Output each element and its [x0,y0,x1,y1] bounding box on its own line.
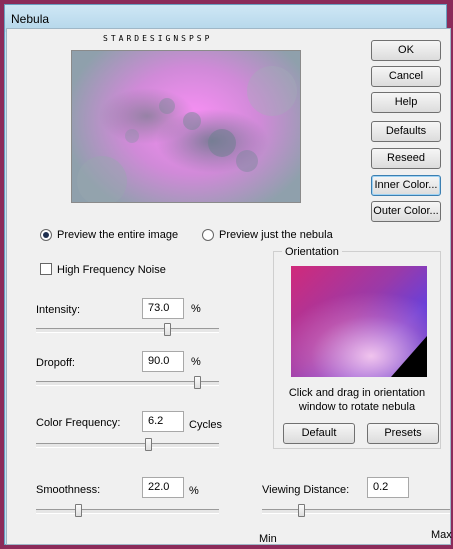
ok-button[interactable]: OK [371,40,441,61]
help-button[interactable]: Help [371,92,441,113]
defaults-button[interactable]: Defaults [371,121,441,142]
color-frequency-unit: Cycles [189,419,223,431]
preview-nebula-texture [77,66,297,202]
smoothness-label: Smoothness: [36,484,101,496]
orientation-shadow [391,336,427,377]
smoothness-input[interactable]: 22.0 [142,477,184,498]
viewing-distance-min-label: Min [259,533,277,545]
inner-color-button[interactable]: Inner Color... [371,175,441,196]
cancel-button[interactable]: Cancel [371,66,441,87]
dropoff-slider-thumb[interactable] [194,376,202,389]
preview-nebula-radio[interactable] [202,229,214,241]
reseed-button[interactable]: Reseed [371,148,441,169]
color-frequency-slider-track[interactable] [36,443,219,448]
orientation-instructions-1: Click and drag in orientation [288,387,426,399]
preview-entire-radio[interactable] [40,229,52,241]
dropoff-slider-track[interactable] [36,381,219,386]
preview-caption: STARDESIGNSPSP [103,34,213,43]
orientation-default-button[interactable]: Default [283,423,355,444]
viewing-distance-max-label: Max [431,529,452,541]
dropoff-label: Dropoff: [36,357,75,369]
dropoff-unit: % [191,356,201,368]
high-frequency-noise-checkbox[interactable] [40,263,52,275]
intensity-label: Intensity: [36,304,81,316]
orientation-instructions-2: window to rotate nebula [298,401,416,413]
intensity-slider-thumb[interactable] [164,323,172,336]
color-frequency-label: Color Frequency: [36,417,121,429]
viewing-distance-slider-thumb[interactable] [298,504,306,517]
dialog-body: STARDESIGNSPSP OK Cancel Help Defaults R… [6,28,452,545]
orientation-pad[interactable] [291,266,427,377]
orientation-title: Orientation [282,246,342,258]
intensity-input[interactable]: 73.0 [142,298,184,319]
window-title: Nebula [11,12,50,26]
viewing-distance-label: Viewing Distance: [262,484,350,496]
dropoff-input[interactable]: 90.0 [142,351,184,372]
color-frequency-slider-thumb[interactable] [145,438,153,451]
viewing-distance-input[interactable]: 0.2 [367,477,409,498]
preview-image[interactable] [71,50,301,203]
color-frequency-input[interactable]: 6.2 [142,411,184,432]
outer-color-button[interactable]: Outer Color... [371,201,441,222]
intensity-unit: % [191,303,201,315]
smoothness-unit: % [189,485,199,497]
preview-entire-label[interactable]: Preview the entire image [57,229,178,241]
high-frequency-noise-label[interactable]: High Frequency Noise [57,264,166,276]
intensity-slider-track[interactable] [36,328,219,333]
smoothness-slider-thumb[interactable] [74,504,82,517]
orientation-presets-button[interactable]: Presets [367,423,439,444]
preview-nebula-label[interactable]: Preview just the nebula [219,229,333,241]
viewing-distance-slider-track[interactable] [262,509,450,514]
smoothness-slider-track[interactable] [36,509,219,514]
